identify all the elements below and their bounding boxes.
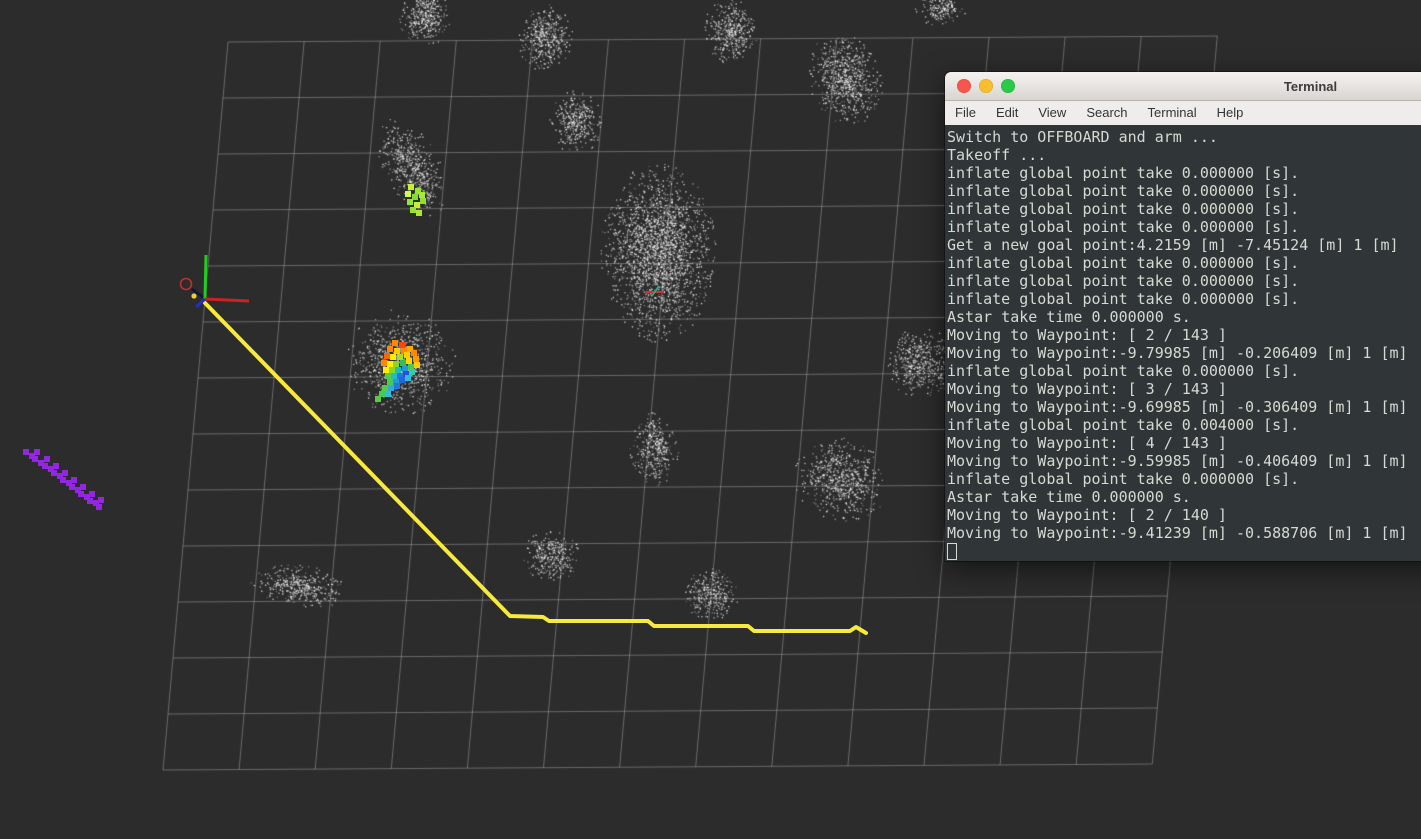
terminal-line: Moving to Waypoint: [ 4 / 143 ] — [947, 434, 1227, 452]
drone-body-dot — [191, 293, 197, 299]
terminal-line: Moving to Waypoint:-9.69985 [m] -0.30640… — [947, 398, 1408, 416]
terminal-line: Moving to Waypoint: [ 2 / 143 ] — [947, 326, 1227, 344]
terminal-line: Astar take time 0.000000 s. — [947, 308, 1191, 326]
menu-file[interactable]: File — [945, 101, 986, 125]
menu-terminal[interactable]: Terminal — [1138, 101, 1207, 125]
terminal-line: Astar take time 0.000000 s. — [947, 488, 1191, 506]
terminal-menubar: File Edit View Search Terminal Help — [945, 101, 1421, 126]
terminal-cursor — [947, 543, 957, 560]
terminal-line: Get a new goal point:4.2159 [m] -7.45124… — [947, 236, 1399, 254]
menu-search[interactable]: Search — [1076, 101, 1137, 125]
terminal-window: Terminal File Edit View Search Terminal Help … — [945, 72, 1421, 561]
planned-path — [203, 301, 868, 635]
terminal-line: inflate global point take 0.000000 [s]. — [947, 200, 1300, 218]
drone-rotor-ring — [179, 277, 193, 291]
maximize-button[interactable] — [1001, 79, 1015, 93]
terminal-titlebar[interactable]: Terminal — [945, 72, 1421, 101]
terminal-line: inflate global point take 0.000000 [s]. — [947, 290, 1300, 308]
window-title: Terminal — [1283, 78, 1338, 94]
terminal-line: inflate global point take 0.000000 [s]. — [947, 470, 1300, 488]
terminal-line: Takeoff ... — [947, 146, 1047, 164]
terminal-output[interactable]: Switch to OFFBOARD and arm ... Takeoff ..… — [945, 125, 1421, 561]
voxel-cluster-frontier-green — [405, 184, 426, 216]
terminal-line: inflate global point take 0.000000 [s]. — [947, 182, 1300, 200]
close-button[interactable] — [957, 79, 971, 93]
terminal-line: Moving to Waypoint: [ 2 / 140 ] — [947, 506, 1227, 524]
terminal-line: inflate global point take 0.000000 [s]. — [947, 254, 1300, 272]
terminal-line: Moving to Waypoint:-9.41239 [m] -0.58870… — [947, 524, 1408, 542]
axis-z — [203, 254, 208, 300]
terminal-line: Moving to Waypoint:-9.79985 [m] -0.20640… — [947, 344, 1408, 362]
menu-edit[interactable]: Edit — [986, 101, 1028, 125]
menu-view[interactable]: View — [1028, 101, 1076, 125]
terminal-line: inflate global point take 0.000000 [s]. — [947, 272, 1300, 290]
terminal-line: Moving to Waypoint: [ 3 / 143 ] — [947, 380, 1227, 398]
terminal-line: Switch to OFFBOARD and arm ... — [947, 128, 1218, 146]
menu-help[interactable]: Help — [1207, 101, 1254, 125]
voxel-cluster-purple-trail — [23, 449, 104, 510]
terminal-line: Moving to Waypoint:-9.59985 [m] -0.40640… — [947, 452, 1408, 470]
terminal-line: inflate global point take 0.004000 [s]. — [947, 416, 1300, 434]
voxel-cluster-cost-rainbow — [375, 340, 420, 402]
window-controls — [945, 79, 1015, 93]
rviz-viewport[interactable]: Terminal File Edit View Search Terminal Help … — [0, 0, 1421, 839]
axis-x — [204, 297, 250, 303]
terminal-line: inflate global point take 0.000000 [s]. — [947, 164, 1300, 182]
minimize-button[interactable] — [979, 79, 993, 93]
terminal-line: inflate global point take 0.000000 [s]. — [947, 362, 1300, 380]
terminal-line: inflate global point take 0.000000 [s]. — [947, 218, 1300, 236]
